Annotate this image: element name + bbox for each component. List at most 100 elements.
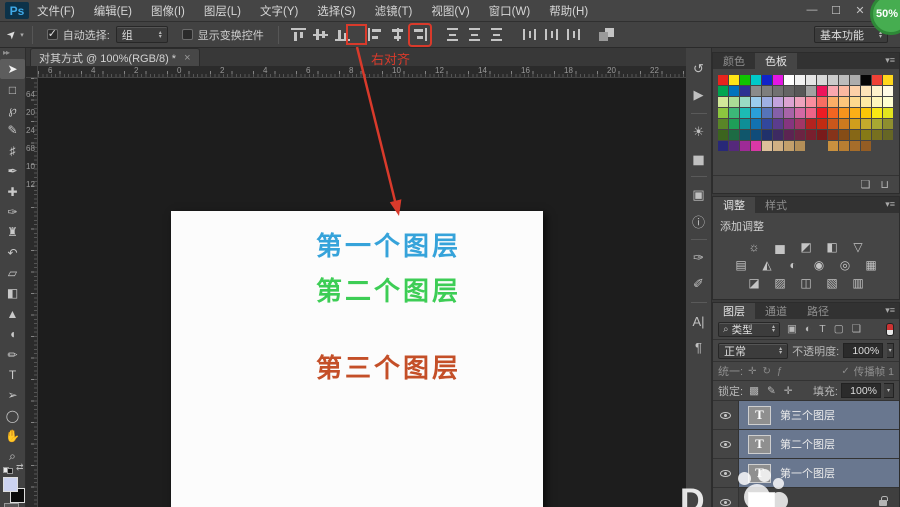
color-swatch[interactable] [718, 141, 728, 151]
color-swatch[interactable] [729, 141, 739, 151]
color-swatch[interactable] [839, 75, 849, 85]
quick-mask-button[interactable] [4, 503, 19, 507]
brush-tool[interactable]: ✑ [0, 202, 25, 222]
color-swatch[interactable] [773, 119, 783, 129]
color-swatch[interactable] [751, 130, 761, 140]
color-swatch[interactable] [729, 97, 739, 107]
auto-select-checkbox[interactable] [47, 29, 58, 40]
color-swatch[interactable] [762, 130, 772, 140]
color-swatch[interactable] [839, 119, 849, 129]
menu-window[interactable]: 窗口(W) [489, 3, 531, 19]
color-swatch[interactable] [861, 141, 871, 151]
auto-select-target-dropdown[interactable]: 组 [116, 26, 168, 43]
document-close-icon[interactable]: × [184, 52, 190, 64]
color-swatch[interactable] [806, 86, 816, 96]
color-swatch[interactable] [828, 119, 838, 129]
color-swatch[interactable] [762, 86, 772, 96]
color-swatch[interactable] [861, 75, 871, 85]
unify-visibility-icon[interactable]: ƒ [777, 366, 783, 377]
color-swatch[interactable] [762, 75, 772, 85]
paragraph-panel-icon[interactable]: ¶ [688, 334, 710, 360]
clone-stamp-tool[interactable]: ♜ [0, 222, 25, 242]
color-swatch[interactable] [729, 75, 739, 85]
menu-view[interactable]: 视图(V) [431, 3, 469, 19]
color-swatch[interactable] [850, 75, 860, 85]
color-swatch[interactable] [751, 108, 761, 118]
color-swatch[interactable] [762, 108, 772, 118]
visibility-toggle[interactable] [713, 459, 739, 487]
selective-color-icon[interactable]: ▥ [850, 275, 867, 290]
quick-selection-tool[interactable]: ✎ [0, 120, 25, 140]
fill-caret-icon[interactable]: ▾ [884, 383, 894, 398]
opacity-value[interactable]: 100% [843, 343, 883, 358]
histogram-icon[interactable]: ▅ [688, 145, 710, 171]
color-swatch[interactable] [806, 141, 816, 151]
blend-mode-dropdown[interactable]: 正常 [718, 343, 788, 359]
color-swatch[interactable] [729, 130, 739, 140]
color-swatch[interactable] [828, 86, 838, 96]
tool-preset-caret-icon[interactable]: ▾ [20, 31, 24, 39]
color-swatch[interactable] [795, 75, 805, 85]
lock-transparent-pixels-icon[interactable]: ▩ [749, 385, 759, 397]
color-swatch[interactable] [872, 86, 882, 96]
distribute-vertical-centers[interactable] [465, 25, 485, 45]
color-swatch[interactable] [718, 75, 728, 85]
color-swatch[interactable] [883, 130, 893, 140]
color-lookup-icon[interactable]: ▦ [863, 257, 880, 272]
lock-image-pixels-icon[interactable]: ✎ [767, 385, 776, 397]
color-swatch[interactable] [883, 86, 893, 96]
visibility-toggle[interactable] [713, 430, 739, 458]
menu-filter[interactable]: 滤镜(T) [375, 3, 413, 19]
distribute-top-edges[interactable] [443, 25, 463, 45]
vibrance-icon[interactable]: ▽ [850, 239, 867, 254]
color-swatch[interactable] [740, 130, 750, 140]
color-swatch[interactable] [817, 75, 827, 85]
tab-layers[interactable]: 图层 [713, 303, 755, 319]
filter-shape-layers-icon[interactable]: ▢ [834, 323, 844, 335]
color-swatch[interactable] [773, 141, 783, 151]
opacity-caret-icon[interactable]: ▾ [887, 343, 894, 358]
show-transform-checkbox[interactable] [182, 29, 193, 40]
color-swatch[interactable] [806, 130, 816, 140]
channel-mixer-icon[interactable]: ◎ [837, 257, 854, 272]
color-swatch[interactable] [861, 108, 871, 118]
tab-color[interactable]: 颜色 [713, 53, 755, 69]
color-swatch[interactable] [718, 97, 728, 107]
color-swatch[interactable] [784, 86, 794, 96]
color-swatch[interactable] [784, 119, 794, 129]
adjustments-icon[interactable]: ☀ [688, 119, 710, 145]
black-white-icon[interactable]: ◐ [785, 257, 802, 272]
color-swatch[interactable] [872, 130, 882, 140]
color-swatch[interactable] [883, 119, 893, 129]
color-swatch[interactable] [872, 119, 882, 129]
layer-row[interactable]: 第一个图层 [713, 459, 899, 488]
color-swatch[interactable] [795, 119, 805, 129]
shape-tool[interactable]: ◯ [0, 406, 25, 426]
fill-value[interactable]: 100% [841, 383, 881, 398]
color-swatch[interactable] [872, 75, 882, 85]
color-swatch[interactable] [883, 75, 893, 85]
color-swatch[interactable] [817, 86, 827, 96]
type-tool[interactable]: T [0, 365, 25, 385]
color-swatch[interactable] [751, 86, 761, 96]
visibility-toggle[interactable] [713, 401, 739, 429]
color-swatch[interactable] [883, 141, 893, 151]
color-swatch[interactable] [729, 86, 739, 96]
distribute-left-edges[interactable] [520, 25, 540, 45]
color-balance-icon[interactable]: ◭ [759, 257, 776, 272]
align-vertical-centers[interactable] [311, 25, 331, 45]
color-swatch[interactable] [817, 141, 827, 151]
curves-icon[interactable]: ◩ [798, 239, 815, 254]
swap-colors-icon[interactable]: ⇄ [16, 462, 24, 473]
propagate-checkbox[interactable]: ✓ [841, 366, 849, 377]
color-swatch[interactable] [740, 86, 750, 96]
color-swatch[interactable] [762, 119, 772, 129]
document-tab[interactable]: 对其方式 @ 100%(RGB/8) * × [30, 48, 200, 66]
photo-filter-icon[interactable]: ◉ [811, 257, 828, 272]
align-horizontal-centers[interactable] [388, 25, 408, 45]
collapse-toolbar-icon[interactable]: ▸▸ [0, 48, 25, 59]
dodge-tool[interactable]: ◖ [0, 324, 25, 344]
color-swatch[interactable] [861, 97, 871, 107]
tool-presets-icon[interactable]: ✐ [688, 271, 710, 297]
color-swatch[interactable] [872, 97, 882, 107]
